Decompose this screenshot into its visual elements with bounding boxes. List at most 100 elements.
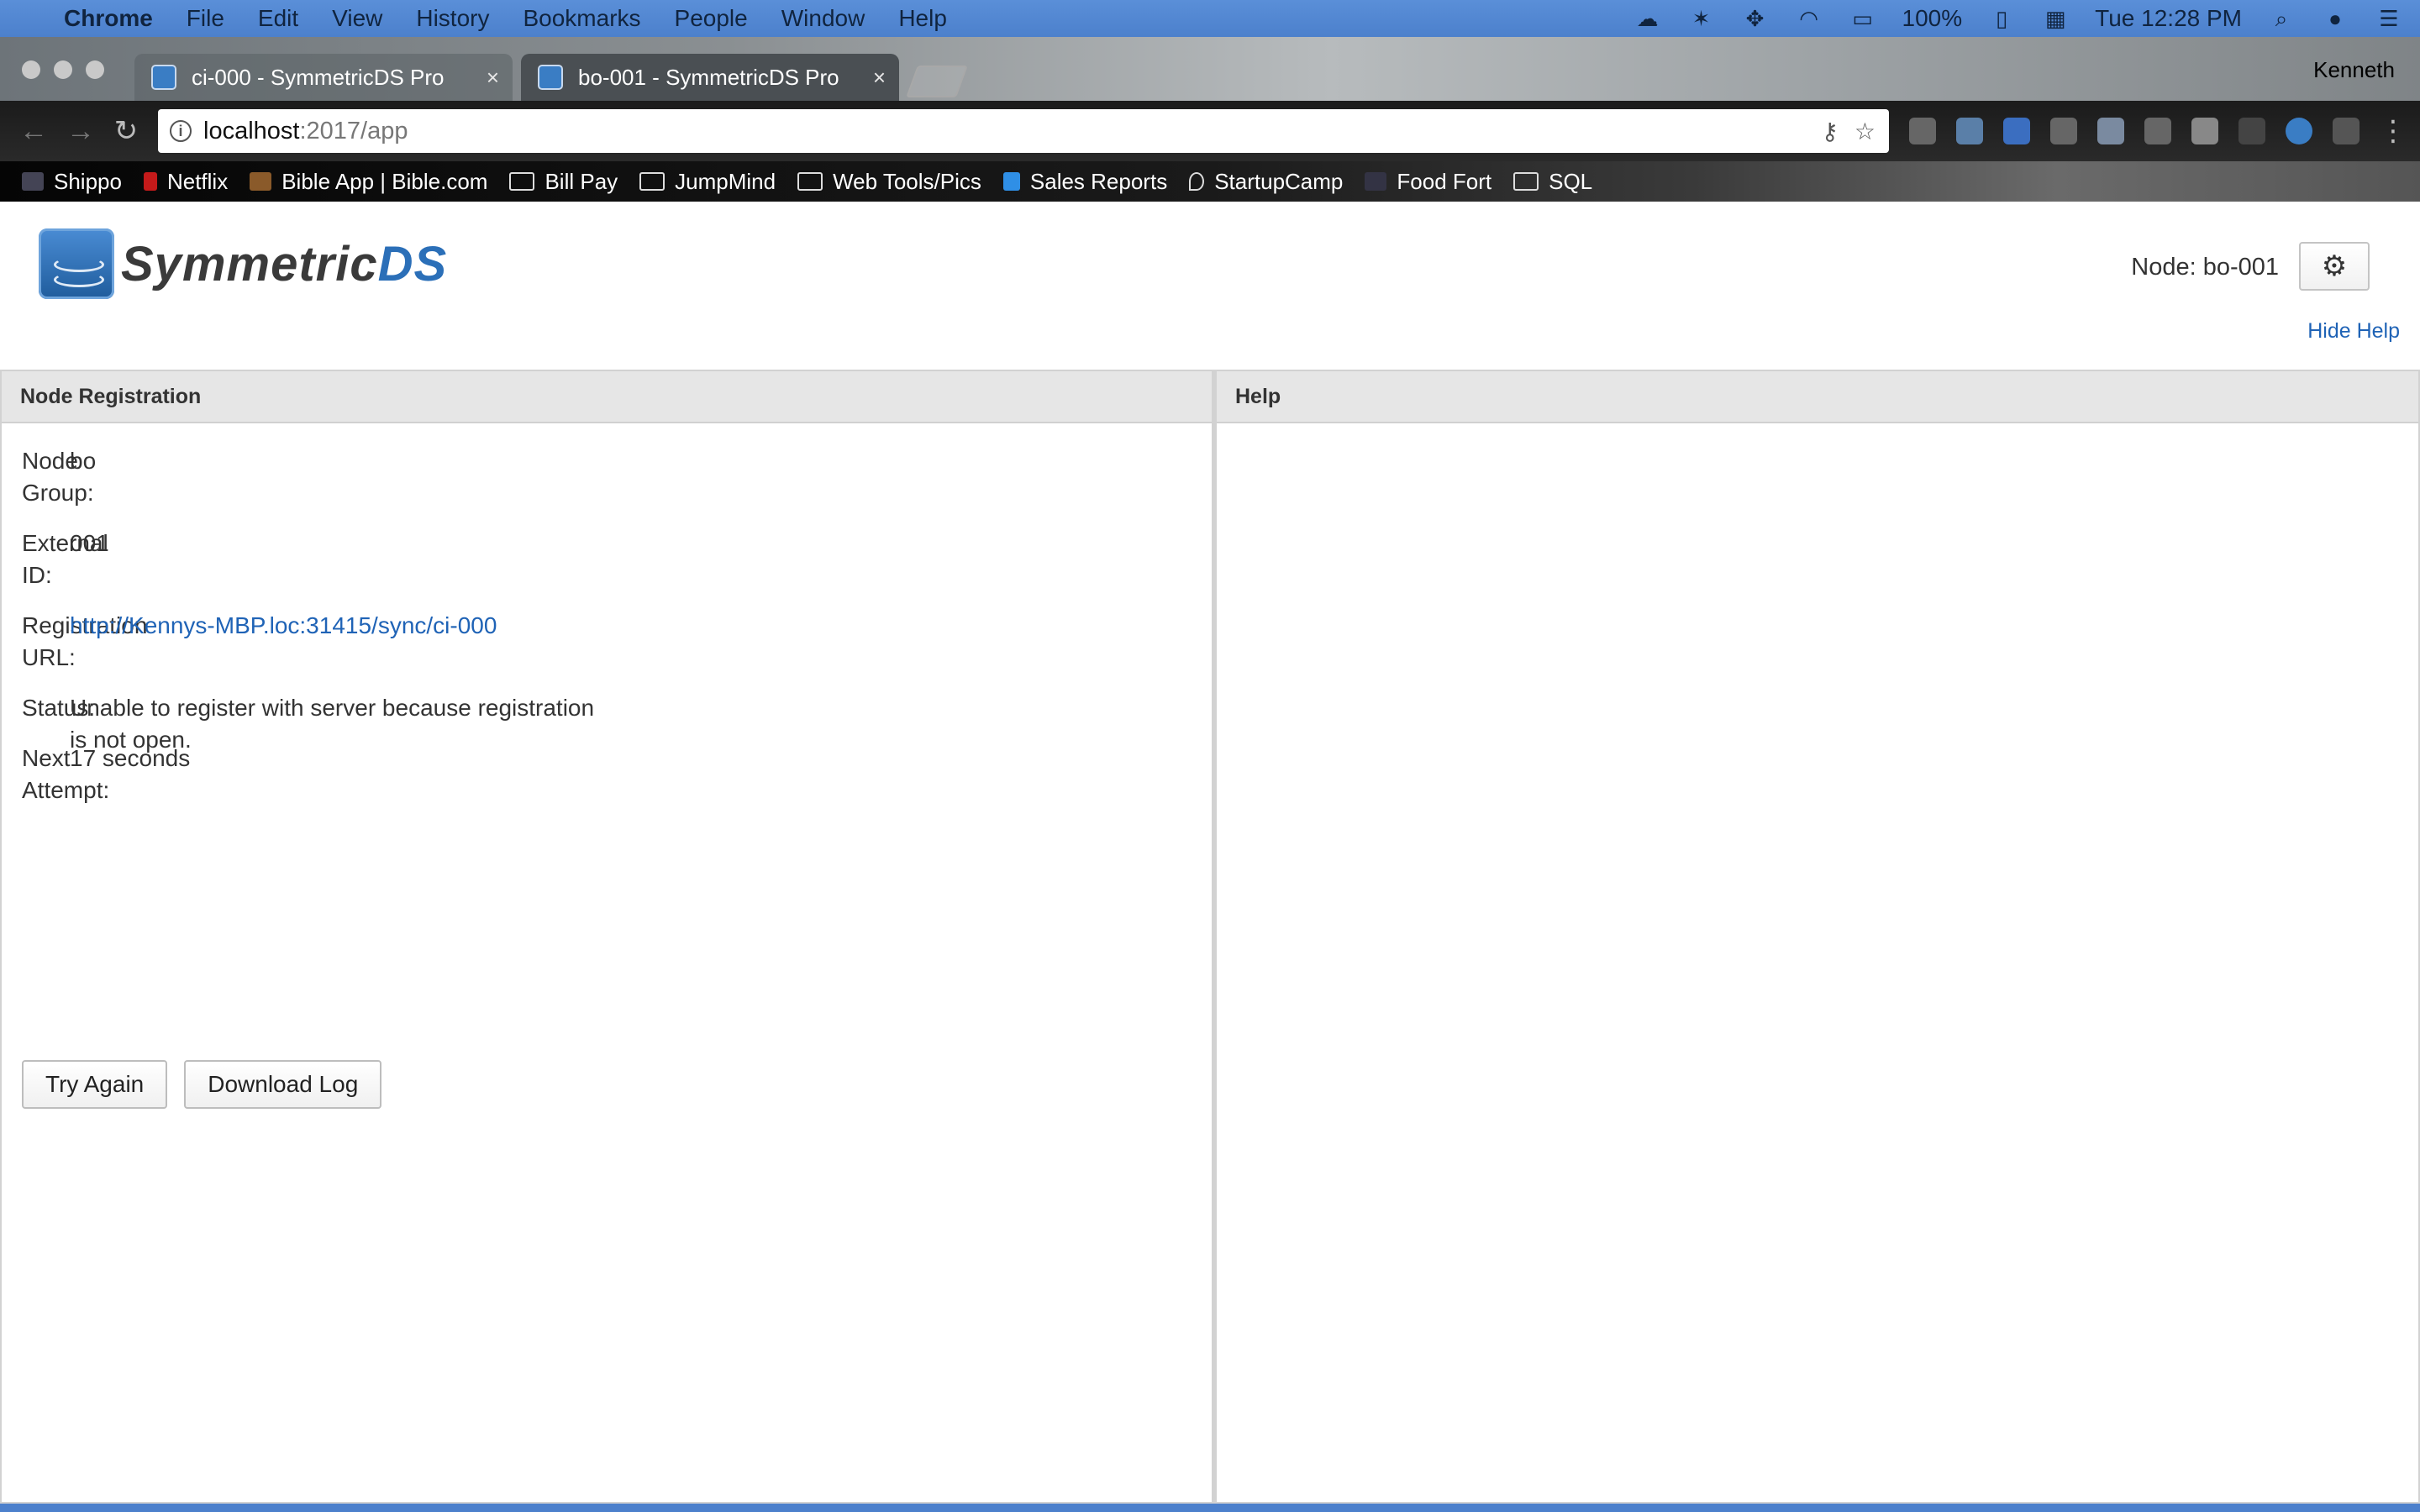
extension-bookmark-icon[interactable] [2003, 118, 2030, 144]
notification-center-icon[interactable]: ☰ [2375, 8, 2403, 29]
menu-edit[interactable]: Edit [258, 5, 298, 32]
database-logo-icon [39, 228, 114, 299]
profile-name[interactable]: Kenneth [2313, 57, 2395, 83]
symmetricds-favicon-icon [151, 65, 176, 90]
bookmark-sql[interactable]: SQL [1513, 169, 1592, 195]
wifi-icon[interactable]: ◠ [1795, 8, 1823, 29]
bookmark-label: Netflix [166, 168, 229, 194]
menu-bookmarks[interactable]: Bookmarks [523, 5, 640, 32]
external-id-value: 001 [70, 530, 109, 556]
bookmark-web-tools[interactable]: Web Tools/Pics [797, 169, 981, 195]
menu-view[interactable]: View [332, 5, 382, 32]
symmetricds-logo: SymmetricDS [39, 228, 447, 299]
bookmark-sales-reports[interactable]: Sales Reports [1002, 168, 1168, 195]
reload-icon[interactable]: ↻ [111, 116, 141, 146]
next-attempt-label: Next Attempt: [22, 745, 110, 803]
help-panel: Help [1213, 370, 2420, 1504]
external-id-label: External ID: [22, 530, 108, 588]
bookmark-label: Bible App | Bible.com [281, 168, 488, 194]
siri-icon[interactable]: ● [2321, 8, 2349, 29]
menu-history[interactable]: History [416, 5, 489, 32]
menu-app-name[interactable]: Chrome [64, 5, 153, 32]
registration-actions: Try Again Download Log [22, 1060, 398, 1109]
node-label: Node: bo-001 [2131, 254, 2279, 281]
menu-window[interactable]: Window [781, 5, 865, 32]
node-registration-panel: Node Registration Node Group: bo Externa… [0, 370, 1213, 1504]
node-group-label: Node Group: [22, 448, 94, 506]
bookmark-bill-pay[interactable]: Bill Pay [509, 169, 618, 195]
node-group-value: bo [70, 448, 97, 474]
window-zoom-button[interactable] [86, 60, 104, 79]
extension-calendar-icon[interactable] [1956, 118, 1983, 144]
pin-icon [1189, 172, 1205, 191]
menu-people[interactable]: People [675, 5, 748, 32]
back-arrow-icon[interactable]: ← [18, 116, 49, 146]
airplay-icon[interactable]: ▭ [1849, 8, 1877, 29]
extension-lightbulb-icon[interactable] [1909, 118, 1936, 144]
cloud-icon[interactable]: ☁ [1634, 8, 1662, 29]
site-info-icon[interactable]: i [170, 120, 192, 142]
registration-url-link[interactable]: http://Kennys-MBP.loc:31415/sync/ci-000 [70, 610, 497, 642]
status-row: Status: Unable to register with server b… [22, 692, 594, 753]
tab-close-icon[interactable]: × [487, 65, 499, 91]
battery-percent[interactable]: 100% [1902, 5, 1963, 32]
bookmark-startupcamp[interactable]: StartupCamp [1189, 169, 1343, 195]
tab-ci-000[interactable]: ci-000 - SymmetricDS Pro × [134, 54, 513, 101]
address-host: localhost [203, 117, 300, 144]
extension-evernote-icon[interactable] [2144, 118, 2171, 144]
bookmark-label: Bill Pay [544, 168, 618, 194]
menu-file[interactable]: File [187, 5, 224, 32]
key-icon[interactable]: ⚷ [1821, 118, 1839, 145]
tab-close-icon[interactable]: × [873, 65, 886, 91]
move-icon[interactable]: ✥ [1741, 8, 1770, 29]
download-log-button[interactable]: Download Log [184, 1060, 382, 1109]
folder-icon [1513, 172, 1539, 191]
bookmark-label: JumpMind [675, 168, 776, 194]
chrome-menu-icon[interactable]: ⋮ [2378, 116, 2408, 146]
extension-tools-icon[interactable] [2191, 118, 2218, 144]
desktop-edge [0, 1504, 2420, 1512]
window-minimize-button[interactable] [54, 60, 72, 79]
menu-help[interactable]: Help [898, 5, 947, 32]
extension-m-icon[interactable] [2286, 118, 2312, 144]
extension-hubspot-icon[interactable] [2050, 118, 2077, 144]
battery-icon[interactable]: ▯ [1987, 8, 2016, 29]
bookmark-jumpmind[interactable]: JumpMind [639, 169, 776, 195]
bookmark-star-icon[interactable]: ☆ [1854, 118, 1876, 145]
new-tab-button[interactable] [906, 66, 968, 97]
forward-arrow-icon[interactable]: → [66, 116, 96, 146]
extension-grey-icon[interactable] [2333, 118, 2360, 144]
address-path: :2017/app [299, 117, 408, 144]
extension-glasses-icon[interactable] [2097, 118, 2124, 144]
bookmark-label: Sales Reports [1029, 168, 1168, 194]
bookmark-label: StartupCamp [1214, 168, 1344, 194]
address-bar[interactable]: i localhost:2017/app ⚷ ☆ [158, 109, 1889, 153]
registration-url-row: Registration URL: http://Kennys-MBP.loc:… [22, 610, 497, 674]
bookmark-netflix[interactable]: Netflix [143, 168, 229, 195]
extension-blank-icon[interactable] [2238, 118, 2265, 144]
bookmark-label: Food Fort [1397, 168, 1492, 194]
calendar-icon[interactable]: ▦ [2041, 8, 2070, 29]
logo-text-ds: DS [377, 236, 448, 291]
next-attempt-value: 17 seconds [70, 745, 191, 771]
symmetricds-favicon-icon [538, 65, 563, 90]
try-again-button[interactable]: Try Again [22, 1060, 168, 1109]
tab-title: ci-000 - SymmetricDS Pro [192, 64, 445, 90]
window-close-button[interactable] [22, 60, 40, 79]
folder-icon [509, 172, 535, 191]
panel-header: Help [1217, 371, 2418, 423]
menu-clock[interactable]: Tue 12:28 PM [2095, 5, 2242, 32]
extension-icon[interactable]: ✶ [1687, 8, 1716, 29]
browser-tab-strip: ci-000 - SymmetricDS Pro × bo-001 - Symm… [0, 37, 2420, 101]
settings-button[interactable]: ⚙ [2299, 242, 2370, 291]
phone-icon [1002, 172, 1020, 191]
bookmark-food-fort[interactable]: Food Fort [1365, 169, 1491, 195]
app-page: SymmetricDS Node: bo-001 ⚙ Hide Help Nod… [0, 202, 2420, 1512]
spotlight-search-icon[interactable]: ⌕ [2267, 8, 2296, 29]
bookmark-bible-app[interactable]: Bible App | Bible.com [250, 169, 487, 195]
bookmark-shippo[interactable]: Shippo [22, 169, 122, 195]
hide-help-link[interactable]: Hide Help [2307, 319, 2400, 344]
tab-bo-001[interactable]: bo-001 - SymmetricDS Pro × [521, 54, 899, 101]
status-line-1: Unable to register with server because r… [70, 695, 595, 721]
registration-form: Node Group: bo External ID: 001 Registra… [22, 445, 594, 825]
